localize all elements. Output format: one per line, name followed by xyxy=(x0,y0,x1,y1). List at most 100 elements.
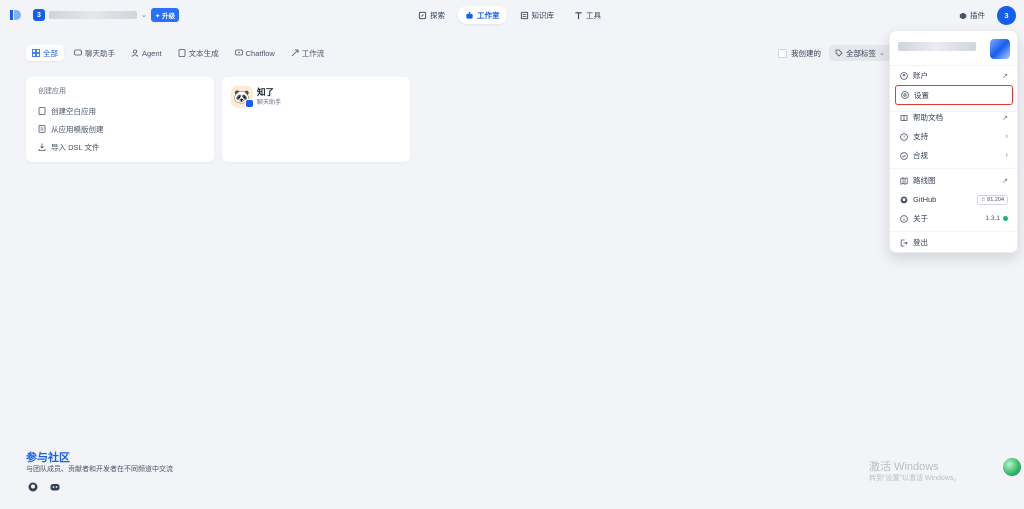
nav-studio[interactable]: 工作室 xyxy=(458,6,507,24)
app-type: 聊天助手 xyxy=(257,100,282,106)
menu-item-support[interactable]: ? 支持 › xyxy=(895,128,1013,145)
community-description: 与团队成员、贡献者和开发者在不同频道中交流 xyxy=(26,466,173,473)
app-type-tabs: 全部 聊天助手 Agent 文本生成 Chatflow 工作流 xyxy=(26,45,330,61)
user-avatar-blurred xyxy=(990,39,1010,59)
tab-workflow[interactable]: 工作流 xyxy=(285,45,331,61)
created-by-me-checkbox[interactable] xyxy=(778,49,787,58)
workspace-badge: 3 xyxy=(33,9,45,21)
created-by-me-label: 我创建的 xyxy=(791,49,821,58)
upgrade-button[interactable]: ✦ 升级 xyxy=(150,8,180,22)
tab-chatflow-label: Chatflow xyxy=(245,48,275,58)
chatflow-icon xyxy=(234,49,243,56)
create-blank-app-label: 创建空白应用 xyxy=(51,106,96,116)
menu-item-help-docs-label: 帮助文档 xyxy=(913,113,943,122)
user-name-blurred xyxy=(898,42,976,51)
create-app-card: 创建应用 创建空白应用 从应用模版创建 导入 DSL 文件 xyxy=(26,77,214,162)
tag-filter-select[interactable]: 全部标签 ⌄ xyxy=(829,45,891,61)
nav-explore-label: 探索 xyxy=(430,10,445,20)
workspace-switcher[interactable]: 3 ⌄ ✦ 升级 xyxy=(33,8,180,22)
create-blank-app-button[interactable]: 创建空白应用 xyxy=(38,102,202,120)
community-title: 参与社区 xyxy=(26,452,70,464)
menu-item-logout[interactable]: 登出 xyxy=(895,234,1013,251)
tools-icon xyxy=(575,11,582,19)
tab-agent-label: Agent xyxy=(142,48,162,58)
user-avatar-button[interactable]: 3 xyxy=(997,6,1016,25)
settings-icon xyxy=(901,91,909,99)
tab-all[interactable]: 全部 xyxy=(26,45,64,61)
menu-item-help-docs[interactable]: 帮助文档 ↗ xyxy=(895,109,1013,126)
info-icon xyxy=(900,214,908,223)
chevron-right-icon: › xyxy=(1005,133,1008,140)
create-from-template-label: 从应用模版创建 xyxy=(51,124,104,134)
tab-text-generation[interactable]: 文本生成 xyxy=(172,45,225,61)
nav-studio-label: 工作室 xyxy=(477,10,500,20)
created-by-me-filter[interactable]: 我创建的 xyxy=(778,48,821,59)
text-doc-icon xyxy=(178,49,186,57)
menu-divider xyxy=(890,231,1017,232)
tab-agent[interactable]: Agent xyxy=(125,45,168,61)
nav-knowledge[interactable]: 知识库 xyxy=(513,6,562,24)
svg-text:?: ? xyxy=(903,134,906,139)
workflow-icon xyxy=(291,49,299,57)
github-stars-badge: ☆ 81,204 xyxy=(976,194,1008,205)
template-icon xyxy=(38,125,46,133)
app-card[interactable]: 🐼 知了 聊天助手 xyxy=(222,77,410,162)
chat-assistant-badge-icon xyxy=(245,99,254,108)
windows-activation-title: 激活 Windows xyxy=(869,461,939,473)
studio-icon xyxy=(466,11,473,19)
check-circle-icon xyxy=(900,151,908,160)
tab-chat-assistant[interactable]: 聊天助手 xyxy=(68,45,121,61)
menu-item-about-label: 关于 xyxy=(913,214,928,223)
version-indicator: 1.3.1 xyxy=(986,215,1008,222)
menu-divider xyxy=(890,168,1017,169)
tab-all-label: 全部 xyxy=(43,48,58,58)
menu-item-github-label: GitHub xyxy=(913,195,937,204)
knowledge-icon xyxy=(520,11,528,19)
tag-filter-label: 全部标签 xyxy=(846,48,876,58)
tab-chatflow[interactable]: Chatflow xyxy=(229,45,281,61)
dify-logo-icon[interactable] xyxy=(9,9,21,21)
tab-workflow-label: 工作流 xyxy=(301,48,325,58)
help-circle-icon: ? xyxy=(900,132,908,141)
chevron-down-icon: ⌄ xyxy=(879,50,885,57)
menu-item-settings-label: 设置 xyxy=(914,90,929,100)
external-link-icon: ↗ xyxy=(1002,177,1008,185)
chevron-right-icon: › xyxy=(1005,152,1008,159)
github-icon xyxy=(900,196,908,203)
create-from-template-button[interactable]: 从应用模版创建 xyxy=(38,120,202,138)
menu-item-compliance-label: 合规 xyxy=(913,151,928,160)
chat-bubble-icon xyxy=(74,49,82,56)
community-links xyxy=(28,482,60,492)
menu-item-logout-label: 登出 xyxy=(913,238,928,247)
github-icon[interactable] xyxy=(28,482,38,492)
menu-item-account[interactable]: 账户 ↗ xyxy=(895,67,1013,84)
dropdown-user-info xyxy=(898,39,1010,59)
nav-tools[interactable]: 工具 xyxy=(567,6,608,24)
workspace-name-blurred xyxy=(49,11,137,19)
explore-icon xyxy=(418,11,427,19)
menu-item-account-label: 账户 xyxy=(913,71,928,80)
menu-item-roadmap[interactable]: 路线图 ↗ xyxy=(895,172,1013,189)
import-icon xyxy=(38,143,46,151)
menu-item-compliance[interactable]: 合规 › xyxy=(895,147,1013,164)
plugins-button[interactable]: 插件 xyxy=(959,10,985,21)
menu-item-about[interactable]: 关于 1.3.1 xyxy=(895,210,1013,227)
version-number: 1.3.1 xyxy=(985,215,1000,222)
import-dsl-button[interactable]: 导入 DSL 文件 xyxy=(38,138,202,156)
external-link-icon: ↗ xyxy=(1002,72,1008,80)
menu-item-github[interactable]: GitHub ☆ 81,204 xyxy=(895,191,1013,208)
nav-explore[interactable]: 探索 xyxy=(411,6,452,24)
top-header: 3 ⌄ ✦ 升级 探索 工作室 知识库 工具 插件 3 xyxy=(0,0,1024,30)
logout-icon xyxy=(900,239,908,246)
agent-icon xyxy=(131,49,139,57)
plugins-label: 插件 xyxy=(970,11,985,20)
tray-app-icon[interactable] xyxy=(1003,458,1021,476)
menu-item-roadmap-label: 路线图 xyxy=(913,176,936,185)
discord-icon[interactable] xyxy=(50,482,60,492)
tab-text-generation-label: 文本生成 xyxy=(188,48,219,58)
upgrade-label: 升级 xyxy=(162,13,176,20)
import-dsl-label: 导入 DSL 文件 xyxy=(51,142,100,152)
menu-item-settings[interactable]: 设置 xyxy=(895,85,1013,105)
nav-tools-label: 工具 xyxy=(586,10,601,20)
status-dot-icon xyxy=(1003,216,1008,221)
